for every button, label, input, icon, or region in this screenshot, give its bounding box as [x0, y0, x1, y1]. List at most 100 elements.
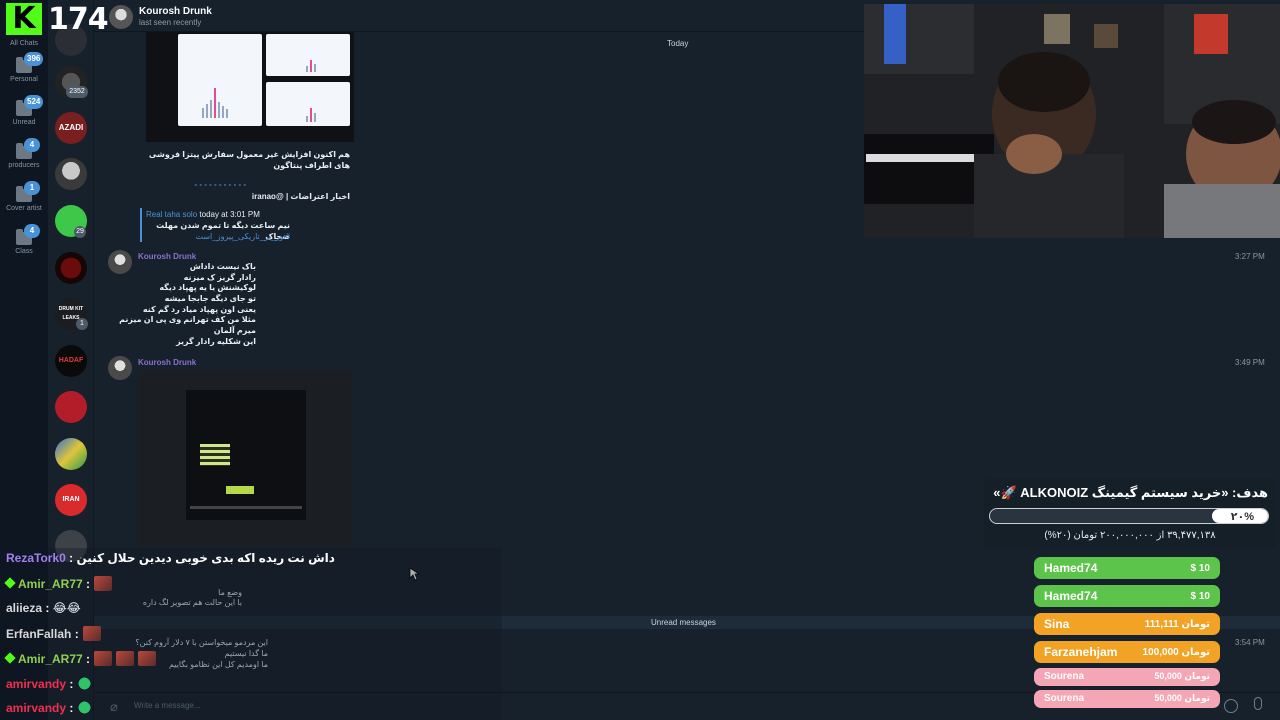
folder-label: All Chats	[9, 40, 38, 47]
contact-name[interactable]: Kourosh Drunk	[139, 6, 212, 17]
emoji-icon[interactable]	[1224, 699, 1238, 713]
video-message[interactable]	[138, 370, 352, 546]
chat-text: 😂😂	[52, 601, 81, 615]
avatar-hadaf[interactable]: HADAF	[55, 345, 87, 377]
webcam-feed	[864, 4, 1280, 238]
chat-username[interactable]: RezaTork0	[6, 551, 66, 565]
donor-amount: 111,111 تومان	[1144, 619, 1210, 630]
goal-subtitle: ۳۹,۴۷۷,۱۳۸ از ۲۰۰,۰۰۰,۰۰۰ تومان (۲۰%)	[1044, 530, 1216, 541]
message-line: تو جای دیگه جابجا میشه	[164, 294, 256, 303]
donor-name: Hamed74	[1044, 561, 1098, 575]
donor-name: Sina	[1044, 617, 1070, 631]
donor-name: Sourena	[1044, 693, 1085, 704]
emote-icon	[77, 700, 93, 715]
unread-badge: 524	[24, 95, 44, 109]
message-sender[interactable]: Kourosh Drunk	[138, 358, 196, 367]
folder-class[interactable]: 4 Class	[0, 224, 48, 255]
chat-message: RezaTork0 : داش نت ریده اکه بدی خوبی دید…	[6, 551, 335, 565]
divider: - - - - - - - - - - -	[194, 180, 246, 189]
message-line: باک نیست داداش	[189, 262, 256, 271]
avatar-chat-10[interactable]	[55, 438, 87, 470]
unread-badge: 2352	[66, 86, 88, 98]
chat-username[interactable]: ErfanFallah	[6, 627, 71, 641]
donor-entry: Hamed74 $ 10	[1034, 557, 1220, 579]
message-sender[interactable]: Kourosh Drunk	[138, 252, 196, 261]
donor-amount: 50,000 تومان	[1154, 671, 1210, 681]
donor-amount: 50,000 تومان	[1154, 693, 1210, 703]
emote-icon	[116, 651, 135, 666]
chat-message: amirvandy :	[6, 676, 93, 691]
contact-avatar[interactable]	[109, 5, 133, 29]
donor-name: Farzanehjam	[1044, 645, 1118, 659]
goal-percent: ۲۰%	[1230, 511, 1254, 523]
donor-amount: $ 10	[1190, 591, 1210, 602]
chat-message: Amir_AR77 :	[4, 651, 157, 666]
message-time: 3:49 PM	[1235, 358, 1265, 367]
message-time: 3:27 PM	[1235, 252, 1265, 261]
folder-producers[interactable]: 4 producers	[0, 138, 48, 169]
chat-text: داش نت ریده اکه بدی خوبی دیدین حلال کنین	[76, 551, 335, 565]
message-line: رادار گریز ک میزنه	[183, 273, 256, 282]
date-separator: Today	[667, 39, 689, 48]
unread-badge: 4	[24, 138, 40, 152]
folder-all-chats[interactable]: All Chats	[0, 40, 48, 47]
folder-label: Class	[15, 248, 33, 255]
screenshot-panel	[178, 34, 262, 126]
goal-progress-bar: ۲۰%	[989, 508, 1269, 524]
chat-message: aliieza : 😂😂	[6, 601, 81, 615]
folder-personal[interactable]: 396 Personal	[0, 52, 48, 83]
emote-icon	[82, 626, 101, 641]
chat-username[interactable]: amirvandy	[6, 677, 66, 691]
reply-header[interactable]: Real taha solo today at 3:01 PM	[146, 210, 260, 219]
chat-username[interactable]: aliieza	[6, 601, 42, 615]
message-line: مثلا من کف تهرانم وی پی ان میزنم	[119, 315, 256, 324]
subscriber-badge-icon	[4, 652, 16, 664]
chat-header: Kourosh Drunk last seen recently	[94, 0, 864, 32]
unread-badge: 4	[24, 224, 40, 238]
unread-label: Unread messages	[651, 618, 716, 627]
chat-message: amirvandy :	[6, 700, 93, 715]
donor-name: Hamed74	[1044, 589, 1098, 603]
folder-unread[interactable]: 524 Unread	[0, 95, 48, 126]
message-time: 3:54 PM	[1235, 638, 1265, 647]
goal-title: هدف: «خرید سیستم گیمینگ ALKONOIZ 🚀»	[993, 485, 1268, 500]
avatar-azadi[interactable]: AZADI	[55, 112, 87, 144]
chat-username[interactable]: Amir_AR77	[18, 652, 83, 666]
forwarded-image[interactable]	[146, 32, 354, 142]
subscriber-badge-icon	[4, 577, 16, 589]
sender-avatar[interactable]	[108, 250, 132, 274]
donor-name: Sourena	[1044, 671, 1085, 682]
viewer-count: 174	[48, 2, 109, 37]
reply-bar	[140, 208, 142, 242]
donor-entry: Sina 111,111 تومان	[1034, 613, 1220, 635]
sender-avatar[interactable]	[108, 356, 132, 380]
message-line: لوکیشنش یا یه پهپاد دیگه	[159, 283, 256, 292]
avatar-chat-4[interactable]	[55, 158, 87, 190]
forwarded-caption: هم اکنون افزایش غیر معمول سفارش پیتزا فر…	[148, 150, 350, 170]
avatar-chat-9[interactable]	[55, 391, 87, 423]
folder-label: Personal	[10, 76, 38, 83]
screenshot-panel	[266, 82, 350, 126]
unread-badge: 1	[76, 318, 88, 330]
kick-logo: K	[6, 3, 42, 35]
reply-hashtag[interactable]: #نور_بر_تاریکی_پیروز_است	[146, 232, 290, 243]
message-line: میرم آلمان	[213, 326, 256, 335]
avatar-chat-6[interactable]	[55, 252, 87, 284]
video-thumbnail	[186, 390, 306, 520]
reply-author: Real taha solo	[146, 210, 198, 219]
donor-amount: $ 10	[1190, 563, 1210, 574]
unread-badge: 1	[24, 181, 40, 195]
folder-cover-artist[interactable]: 1 Cover artist	[0, 181, 48, 212]
donor-entry: Farzanehjam 100,000 تومان	[1034, 641, 1220, 663]
reply-time: today at 3:01 PM	[199, 210, 260, 219]
source-line[interactable]: اخبار اعتراضات | @iranao	[146, 192, 350, 203]
avatar-iran[interactable]: IRAN	[55, 484, 87, 516]
folder-label: Cover artist	[6, 205, 42, 212]
chat-username[interactable]: amirvandy	[6, 701, 66, 715]
message-line: این شکلیه رادار گریز	[176, 337, 256, 346]
emote-icon	[94, 651, 113, 666]
donor-entry: Hamed74 $ 10	[1034, 585, 1220, 607]
chat-username[interactable]: Amir_AR77	[18, 577, 83, 591]
folder-label: Unread	[12, 119, 36, 126]
microphone-icon[interactable]	[1254, 697, 1262, 710]
